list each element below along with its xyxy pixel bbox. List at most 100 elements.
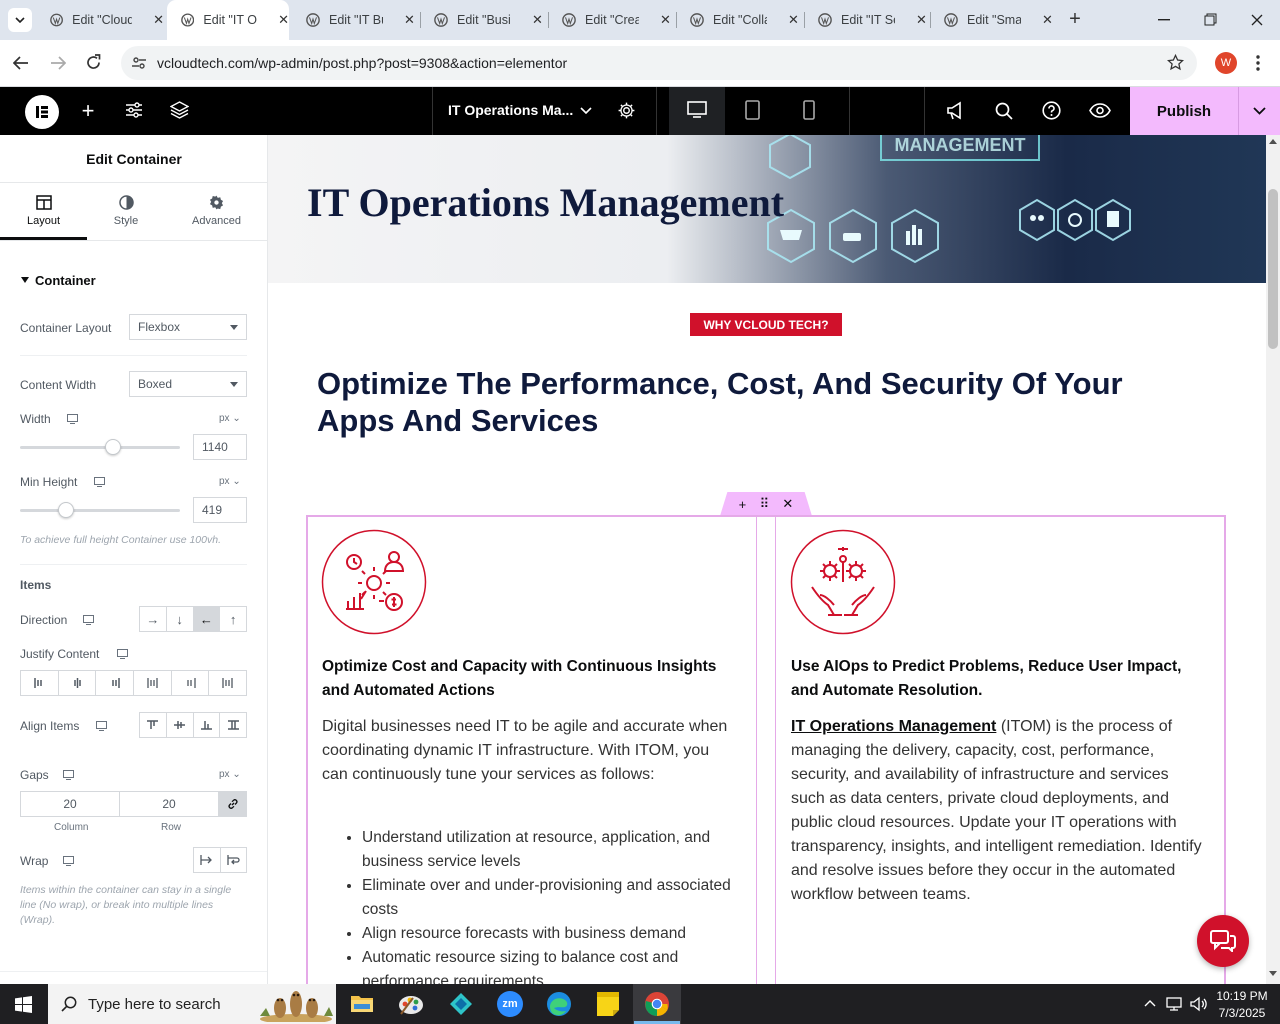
profile-avatar[interactable]: W <box>1215 52 1237 74</box>
close-icon[interactable]: ✕ <box>788 12 799 28</box>
preview-eye-icon[interactable] <box>1089 103 1111 118</box>
close-icon[interactable]: ✕ <box>660 12 671 28</box>
tab-style[interactable]: Style <box>87 183 165 240</box>
tablet-icon[interactable] <box>745 100 760 120</box>
edge-browser-icon[interactable] <box>546 991 572 1017</box>
close-icon[interactable]: ✕ <box>916 12 927 28</box>
volume-icon[interactable] <box>1190 996 1208 1012</box>
close-icon[interactable]: ✕ <box>278 12 289 28</box>
close-icon[interactable]: ✕ <box>404 12 415 28</box>
browser-tab[interactable]: Edit "IT Bu ✕ <box>292 0 420 40</box>
new-tab-icon[interactable]: + <box>1065 9 1085 30</box>
reload-icon[interactable] <box>85 54 102 71</box>
section-heading-container[interactable]: Container <box>35 273 96 288</box>
scroll-up-icon[interactable] <box>1269 139 1277 144</box>
justify-start-icon[interactable] <box>21 671 59 695</box>
align-center-icon[interactable] <box>167 713 194 737</box>
publish-button[interactable]: Publish <box>1130 87 1238 135</box>
restore-icon[interactable] <box>1204 13 1217 26</box>
tab-layout[interactable]: Layout <box>0 183 87 240</box>
direction-row-arrow-right-icon[interactable]: → <box>140 607 167 631</box>
help-icon[interactable] <box>1042 101 1061 120</box>
system-clock[interactable]: 10:19 PM 7/3/2025 <box>1214 988 1270 1022</box>
align-end-icon[interactable] <box>194 713 221 737</box>
close-icon[interactable]: ✕ <box>153 12 164 28</box>
browser-tab[interactable]: Edit "IT Se ✕ <box>804 0 930 40</box>
search-icon[interactable] <box>995 102 1013 120</box>
responsive-desktop-icon[interactable] <box>83 615 94 625</box>
responsive-desktop-icon[interactable] <box>63 856 74 866</box>
direction-column-arrow-down-icon[interactable]: ↓ <box>167 607 194 631</box>
back-icon[interactable] <box>13 55 29 71</box>
width-slider-track[interactable] <box>20 446 180 449</box>
link-values-button[interactable] <box>218 791 247 817</box>
tab-search-button[interactable] <box>8 8 32 32</box>
close-window-icon[interactable] <box>1251 14 1263 26</box>
chevron-up-icon[interactable] <box>1144 999 1156 1007</box>
width-slider-handle[interactable] <box>105 439 121 455</box>
responsive-desktop-icon[interactable] <box>67 414 78 424</box>
delete-container-icon[interactable]: ✕ <box>782 496 793 512</box>
close-icon[interactable]: ✕ <box>532 12 543 28</box>
width-input[interactable]: 1140 <box>193 434 247 460</box>
browser-tab[interactable]: Edit "Smar ✕ <box>930 0 1058 40</box>
whats-new-megaphone-icon[interactable] <box>946 101 966 120</box>
elementor-logo-button[interactable] <box>25 95 59 129</box>
tab-advanced[interactable]: Advanced <box>165 183 267 240</box>
publish-options-button[interactable] <box>1238 87 1280 135</box>
zoom-app-icon[interactable]: zm <box>497 991 523 1017</box>
browser-tab[interactable]: Edit "Colla ✕ <box>676 0 804 40</box>
mobile-icon[interactable] <box>803 100 815 120</box>
align-start-icon[interactable] <box>140 713 167 737</box>
nowrap-icon[interactable] <box>194 848 221 872</box>
drag-handle-icon[interactable]: ⠿ <box>760 496 770 512</box>
content-width-select[interactable]: Boxed <box>129 371 247 397</box>
add-element-icon[interactable]: + <box>78 87 98 135</box>
responsive-desktop-icon[interactable] <box>96 721 107 731</box>
file-explorer-icon[interactable] <box>350 993 374 1013</box>
structure-layers-icon[interactable] <box>170 101 189 119</box>
justify-space-between-icon[interactable] <box>134 671 172 695</box>
min-height-input[interactable]: 419 <box>193 497 247 523</box>
chat-widget-button[interactable] <box>1197 915 1249 967</box>
align-stretch-icon[interactable] <box>220 713 246 737</box>
browser-tab[interactable]: Edit "Creat ✕ <box>548 0 676 40</box>
browser-tab-active[interactable]: Edit "IT Op ✕ <box>167 0 289 40</box>
site-settings-icon[interactable] <box>125 102 143 118</box>
chevron-down-icon[interactable] <box>580 107 592 114</box>
unit-selector[interactable]: px ⌄ <box>219 769 241 780</box>
paint-app-icon[interactable] <box>398 992 424 1016</box>
responsive-desktop-icon[interactable] <box>94 477 105 487</box>
justify-space-evenly-icon[interactable] <box>209 671 246 695</box>
canvas-scrollbar[interactable] <box>1266 135 1280 984</box>
scroll-down-icon[interactable] <box>1269 971 1277 976</box>
blue-diamond-app-icon[interactable] <box>449 992 473 1016</box>
min-height-slider-handle[interactable] <box>58 502 74 518</box>
direction-column-reverse-arrow-up-icon[interactable]: ↑ <box>220 607 246 631</box>
responsive-desktop-icon[interactable] <box>63 770 74 780</box>
itom-link[interactable]: IT Operations Management <box>791 718 996 735</box>
sticky-notes-icon[interactable] <box>596 991 620 1017</box>
unit-selector[interactable]: px ⌄ <box>219 476 241 487</box>
forward-icon[interactable] <box>50 55 66 71</box>
justify-center-icon[interactable] <box>59 671 97 695</box>
site-info-icon[interactable] <box>131 55 147 71</box>
document-title[interactable]: IT Operations Ma... <box>448 102 573 118</box>
gap-column-input[interactable]: 20 <box>20 791 120 817</box>
justify-space-around-icon[interactable] <box>172 671 210 695</box>
browser-tab[interactable]: Edit "Busin ✕ <box>420 0 548 40</box>
container-layout-select[interactable]: Flexbox <box>129 314 247 340</box>
responsive-desktop-icon[interactable] <box>117 649 128 659</box>
windows-start-icon[interactable] <box>15 996 32 1013</box>
network-icon[interactable] <box>1166 996 1184 1012</box>
direction-row-reverse-arrow-left-icon[interactable]: ← <box>193 607 221 631</box>
page-settings-gear-icon[interactable] <box>617 101 636 120</box>
more-menu-icon[interactable] <box>1256 55 1260 71</box>
gap-row-input[interactable]: 20 <box>119 791 219 817</box>
min-height-slider-track[interactable] <box>20 509 180 512</box>
close-icon[interactable]: ✕ <box>1042 12 1053 28</box>
wrap-icon[interactable] <box>221 848 247 872</box>
bookmark-star-icon[interactable] <box>1167 54 1184 71</box>
caret-down-icon[interactable] <box>21 277 29 283</box>
browser-tab[interactable]: Edit "Cloud ✕ <box>36 0 164 40</box>
